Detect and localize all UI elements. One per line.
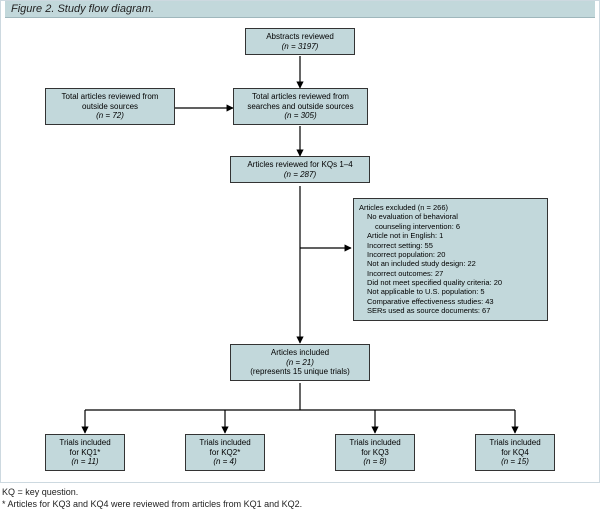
footnote: KQ = key question. * Articles for KQ3 an… <box>0 483 600 512</box>
text: Incorrect outcomes: 27 <box>359 269 542 278</box>
text: (n = 8) <box>363 457 386 466</box>
box-kq2: Trials included for KQ2* (n = 4) <box>185 434 265 471</box>
text: Incorrect setting: 55 <box>359 241 542 250</box>
text: Total articles reviewed from <box>62 92 159 101</box>
text: (n = 305) <box>284 111 316 120</box>
box-outside-sources: Total articles reviewed from outside sou… <box>45 88 175 125</box>
text: (n = 3197) <box>282 42 319 51</box>
text: Trials included <box>489 438 540 447</box>
figure-title-text: Figure 2. Study flow diagram. <box>11 3 154 15</box>
text: (n = 15) <box>501 457 529 466</box>
text: Did not meet specified quality criteria:… <box>359 278 542 287</box>
footnote-line: KQ = key question. <box>2 487 78 497</box>
box-abstracts: Abstracts reviewed (n = 3197) <box>245 28 355 55</box>
text: Article not in English: 1 <box>359 231 542 240</box>
text: Incorrect population: 20 <box>359 250 542 259</box>
text: searches and outside sources <box>247 102 353 111</box>
box-excluded: Articles excluded (n = 266) No evaluatio… <box>353 198 548 321</box>
text: (n = 11) <box>71 457 98 466</box>
box-kq1-4: Articles reviewed for KQs 1–4 (n = 287) <box>230 156 370 183</box>
text: Trials included <box>199 438 250 447</box>
text: for KQ1* <box>70 448 101 457</box>
text: outside sources <box>82 102 138 111</box>
box-kq1: Trials included for KQ1* (n = 11) <box>45 434 125 471</box>
text: (n = 4) <box>213 457 236 466</box>
text: SERs used as source documents: 67 <box>359 306 542 315</box>
text: (n = 287) <box>284 170 316 179</box>
text: (n = 21) <box>286 358 314 367</box>
box-included: Articles included (n = 21) (represents 1… <box>230 344 370 381</box>
text: (represents 15 unique trials) <box>250 367 350 376</box>
text: Total articles reviewed from <box>252 92 349 101</box>
text: No evaluation of behavioral <box>359 212 542 221</box>
flow-diagram: Abstracts reviewed (n = 3197) Total arti… <box>5 18 595 478</box>
text: Articles reviewed for KQs 1–4 <box>247 160 352 169</box>
text: Articles excluded (n = 266) <box>359 203 448 212</box>
text: Not applicable to U.S. population: 5 <box>359 287 542 296</box>
text: for KQ3 <box>361 448 389 457</box>
figure-container: Figure 2. Study flow diagram. <box>0 0 600 483</box>
text: for KQ2* <box>210 448 241 457</box>
text: counseling intervention: 6 <box>359 222 542 231</box>
box-kq3: Trials included for KQ3 (n = 8) <box>335 434 415 471</box>
text: Comparative effectiveness studies: 43 <box>359 297 542 306</box>
text: Trials included <box>349 438 400 447</box>
text: Articles included <box>271 348 329 357</box>
footnote-line: * Articles for KQ3 and KQ4 were reviewed… <box>2 499 302 509</box>
text: (n = 72) <box>96 111 124 120</box>
figure-title: Figure 2. Study flow diagram. <box>5 1 595 18</box>
text: Not an included study design: 22 <box>359 259 542 268</box>
box-total-articles: Total articles reviewed from searches an… <box>233 88 368 125</box>
text: Trials included <box>59 438 110 447</box>
text: for KQ4 <box>501 448 529 457</box>
text: Abstracts reviewed <box>266 32 334 41</box>
box-kq4: Trials included for KQ4 (n = 15) <box>475 434 555 471</box>
